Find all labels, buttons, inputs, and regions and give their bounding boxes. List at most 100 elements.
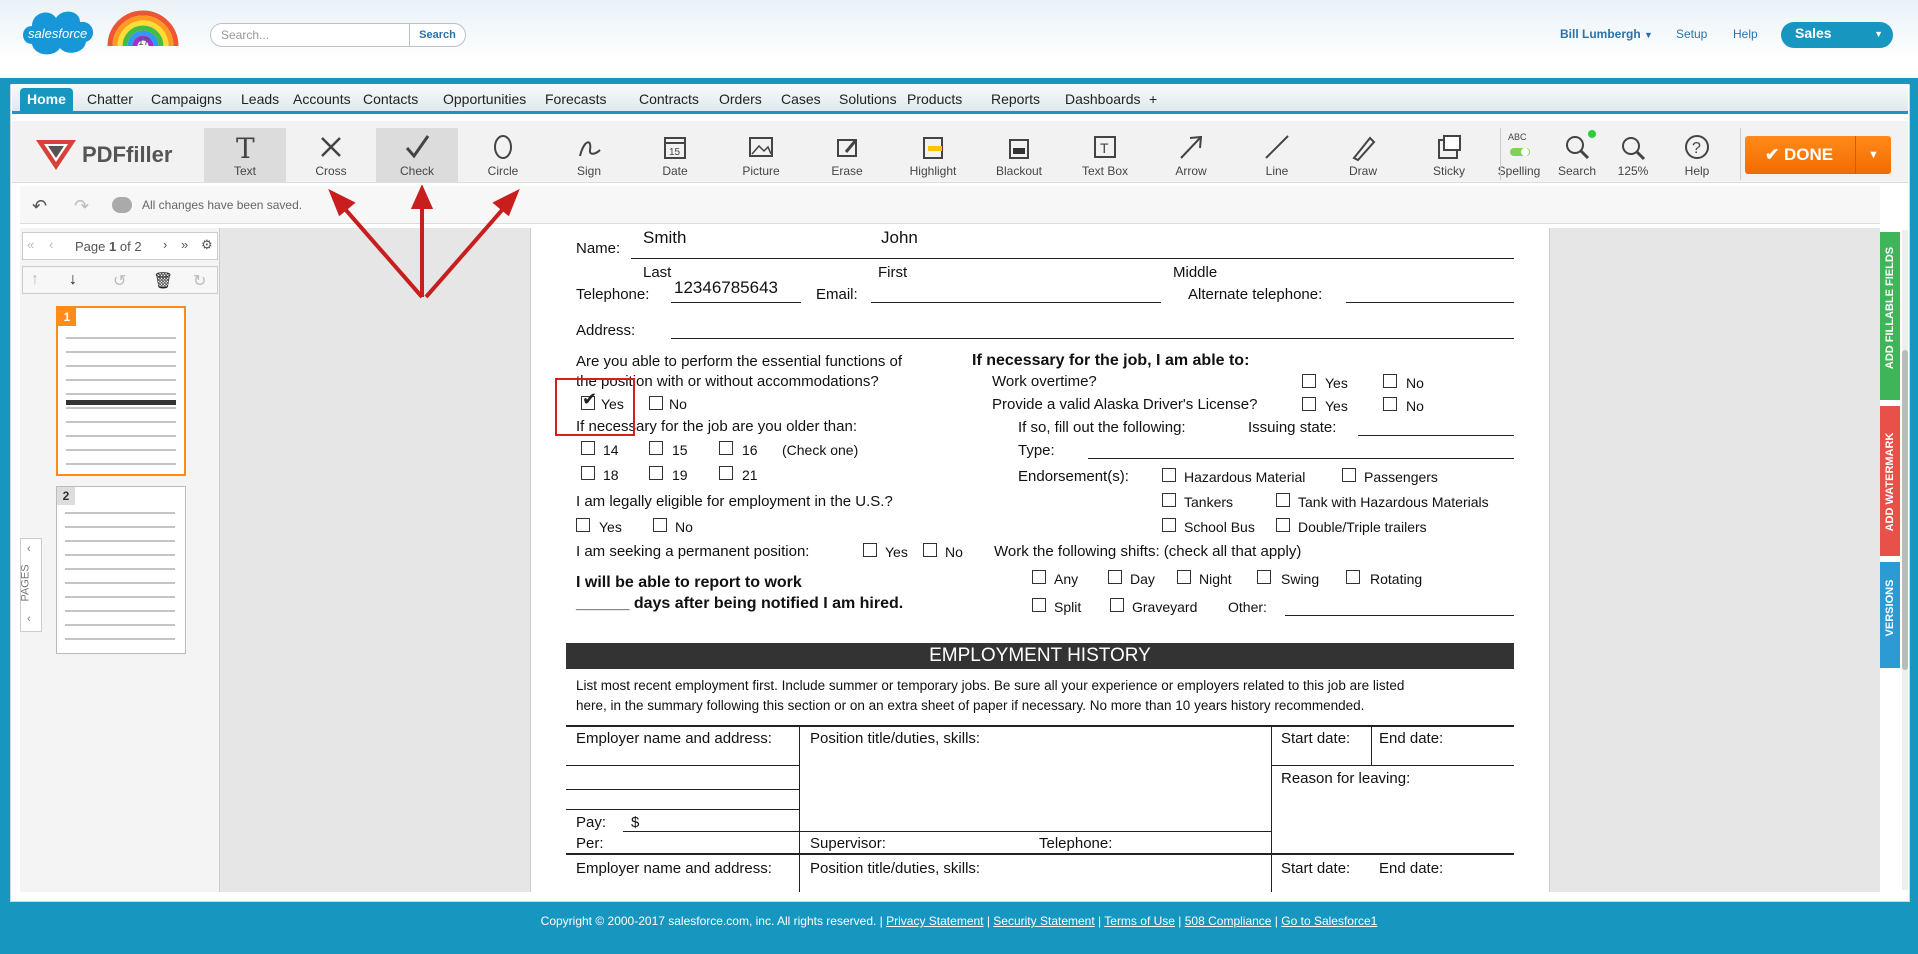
global-search-button[interactable]: Search <box>410 23 466 47</box>
tool-help[interactable]: ? Help <box>1670 128 1724 182</box>
eligible-yes-checkbox[interactable] <box>576 518 590 532</box>
tab-products[interactable]: Products <box>900 88 969 114</box>
tool-search[interactable]: Search <box>1550 128 1604 182</box>
gear-icon[interactable]: ⚙ <box>201 237 213 253</box>
toolbar-divider <box>1500 128 1501 180</box>
overtime-yes-checkbox[interactable] <box>1302 374 1316 388</box>
tab-opportunities[interactable]: Opportunities <box>436 88 533 114</box>
overtime-no-checkbox[interactable] <box>1383 374 1397 388</box>
scrollbar[interactable] <box>1902 230 1908 890</box>
tool-highlight[interactable]: Highlight <box>892 128 974 182</box>
eligible-no-checkbox[interactable] <box>653 518 667 532</box>
scrollbar-thumb[interactable] <box>1902 350 1908 670</box>
age-18-checkbox[interactable] <box>581 466 595 480</box>
shift-split-checkbox[interactable] <box>1032 598 1046 612</box>
shift-any-checkbox[interactable] <box>1032 570 1046 584</box>
tab-chatter[interactable]: Chatter <box>80 88 140 114</box>
versions-tab[interactable]: VERSIONS <box>1880 562 1900 668</box>
tab-forecasts[interactable]: Forecasts <box>538 88 613 114</box>
tab-reports[interactable]: Reports <box>984 88 1047 114</box>
global-search-input[interactable]: Search... <box>210 23 410 47</box>
age-19-checkbox[interactable] <box>649 466 663 480</box>
user-menu[interactable]: Bill Lumbergh ▼ <box>1560 27 1653 41</box>
endorse-tank-hazmat-checkbox[interactable] <box>1276 493 1290 507</box>
add-fillable-fields-tab[interactable]: ADD FILLABLE FIELDS <box>1880 232 1900 400</box>
tab-contacts[interactable]: Contacts <box>356 88 425 114</box>
tab-leads[interactable]: Leads <box>234 88 286 114</box>
license-yes-checkbox[interactable] <box>1302 397 1316 411</box>
app-switcher[interactable]: Sales ▼ <box>1781 22 1893 48</box>
terms-link[interactable]: Terms of Use <box>1104 914 1175 928</box>
endorse-hazmat-checkbox[interactable] <box>1162 468 1176 482</box>
tool-text[interactable]: T Text <box>204 128 286 182</box>
rotate-icon[interactable]: ↺ <box>113 271 126 291</box>
tab-accounts[interactable]: Accounts <box>286 88 358 114</box>
first-name-value[interactable]: John <box>881 228 918 248</box>
telephone-value[interactable]: 12346785643 <box>674 278 778 298</box>
508-link[interactable]: 508 Compliance <box>1185 914 1272 928</box>
tab-contracts[interactable]: Contracts <box>632 88 706 114</box>
tool-line[interactable]: Line <box>1236 128 1318 182</box>
tab-dashboards[interactable]: Dashboards <box>1058 88 1148 114</box>
tool-date[interactable]: 15 Date <box>634 128 716 182</box>
endorse-passengers-checkbox[interactable] <box>1342 468 1356 482</box>
tool-erase[interactable]: Erase <box>806 128 888 182</box>
tool-text-box[interactable]: T Text Box <box>1064 128 1146 182</box>
add-watermark-tab[interactable]: ADD WATERMARK <box>1880 406 1900 556</box>
last-page-icon[interactable]: » <box>181 237 188 252</box>
undo-icon[interactable]: ↶ <box>32 196 47 217</box>
help-link[interactable]: Help <box>1733 27 1758 41</box>
permanent-no-checkbox[interactable] <box>923 543 937 557</box>
tool-sign[interactable]: Sign <box>548 128 630 182</box>
tool-arrow[interactable]: Arrow <box>1150 128 1232 182</box>
tab-cases[interactable]: Cases <box>774 88 828 114</box>
tab-add-icon[interactable]: + <box>1142 88 1164 114</box>
page-thumbnail-1[interactable]: 1 <box>56 306 186 476</box>
redo-icon[interactable]: ↷ <box>74 196 89 217</box>
tool-picture[interactable]: Picture <box>720 128 802 182</box>
last-name-value[interactable]: Smith <box>643 228 686 248</box>
shift-graveyard-checkbox[interactable] <box>1110 598 1124 612</box>
move-down-icon[interactable]: ↓ <box>69 271 77 289</box>
done-button[interactable]: ✔ DONE ▼ <box>1745 136 1891 174</box>
shift-rotating-checkbox[interactable] <box>1346 570 1360 584</box>
pages-collapse-tab[interactable]: ‹ PAGES ‹ <box>20 538 42 632</box>
tool-circle[interactable]: Circle <box>462 128 544 182</box>
endorse-school-bus-checkbox[interactable] <box>1162 518 1176 532</box>
tab-home[interactable]: Home <box>20 88 73 114</box>
refresh-icon[interactable]: ↻ <box>193 271 206 291</box>
age-14-checkbox[interactable] <box>581 441 595 455</box>
permanent-yes-checkbox[interactable] <box>863 543 877 557</box>
security-link[interactable]: Security Statement <box>993 914 1094 928</box>
done-menu-chevron-icon[interactable]: ▼ <box>1855 136 1891 174</box>
tool-cross[interactable]: Cross <box>290 128 372 182</box>
shift-night-checkbox[interactable] <box>1177 570 1191 584</box>
tool-sticky[interactable]: Sticky <box>1408 128 1490 182</box>
tool-check[interactable]: Check <box>376 128 458 182</box>
tool-zoom[interactable]: 125% <box>1606 128 1660 182</box>
shift-day-checkbox[interactable] <box>1108 570 1122 584</box>
tab-orders[interactable]: Orders <box>712 88 769 114</box>
age-21-checkbox[interactable] <box>719 466 733 480</box>
salesforce1-link[interactable]: Go to Salesforce1 <box>1281 914 1377 928</box>
endorse-double-triple-checkbox[interactable] <box>1276 518 1290 532</box>
age-16-checkbox[interactable] <box>719 441 733 455</box>
move-up-icon[interactable]: ↑ <box>31 271 39 289</box>
tool-blackout[interactable]: Blackout <box>978 128 1060 182</box>
functions-no-checkbox[interactable] <box>649 396 663 410</box>
next-page-icon[interactable]: › <box>163 237 167 252</box>
salesforce-logo[interactable]: salesforce <box>18 4 100 62</box>
prev-page-icon[interactable]: ‹ <box>49 237 53 252</box>
tab-solutions[interactable]: Solutions <box>832 88 904 114</box>
privacy-link[interactable]: Privacy Statement <box>886 914 983 928</box>
tab-campaigns[interactable]: Campaigns <box>144 88 229 114</box>
first-page-icon[interactable]: « <box>27 237 34 252</box>
page-thumbnail-2[interactable]: 2 <box>56 486 186 654</box>
license-no-checkbox[interactable] <box>1383 397 1397 411</box>
shift-swing-checkbox[interactable] <box>1257 570 1271 584</box>
trash-icon[interactable]: 🗑 <box>153 271 173 291</box>
tool-draw[interactable]: Draw <box>1322 128 1404 182</box>
endorse-tankers-checkbox[interactable] <box>1162 493 1176 507</box>
age-15-checkbox[interactable] <box>649 441 663 455</box>
setup-link[interactable]: Setup <box>1676 27 1707 41</box>
